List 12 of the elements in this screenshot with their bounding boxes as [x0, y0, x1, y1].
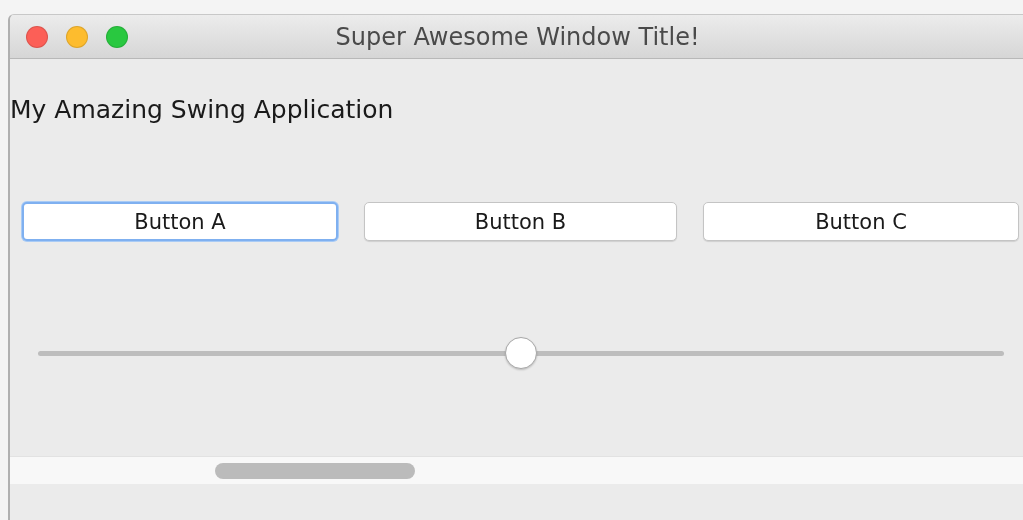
push-button[interactable]: Button B	[364, 202, 677, 241]
app-label: My Amazing Swing Application	[10, 95, 394, 124]
close-button[interactable]	[26, 26, 48, 48]
slider[interactable]	[38, 337, 1004, 369]
minimize-button[interactable]	[66, 26, 88, 48]
zoom-button[interactable]	[106, 26, 128, 48]
horizontal-scrollbar[interactable]	[10, 456, 1023, 484]
push-button[interactable]: Button C	[703, 202, 1019, 241]
scrollbar-thumb[interactable]	[215, 462, 415, 479]
window-title: Super Awesome Window Title!	[335, 22, 700, 51]
push-button[interactable]: Button A	[22, 202, 338, 241]
slider-thumb[interactable]	[505, 337, 537, 369]
